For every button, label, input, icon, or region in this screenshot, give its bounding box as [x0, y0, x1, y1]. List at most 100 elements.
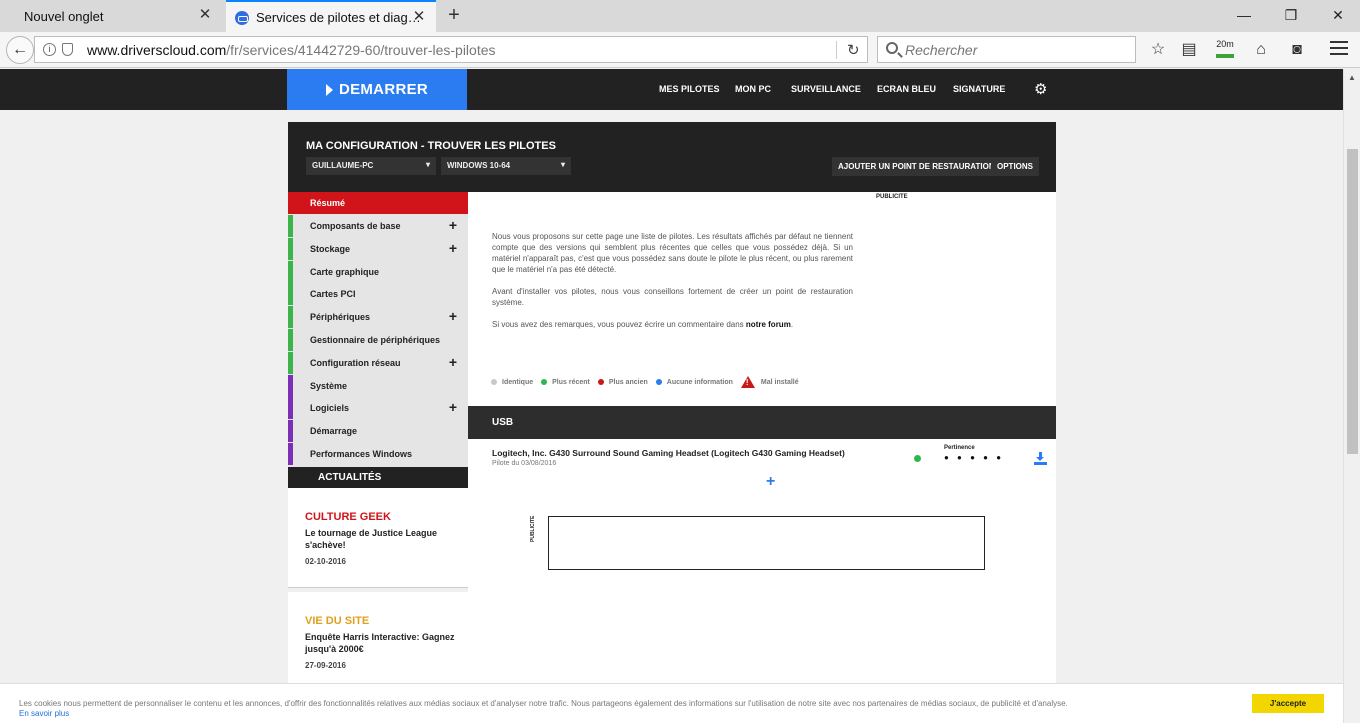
sidebar-item-systeme[interactable]: Système: [288, 375, 468, 397]
pertinence-label: Pertinence: [944, 445, 975, 451]
minimize-icon[interactable]: —: [1232, 4, 1256, 26]
ad-label: PUBLICITE: [876, 194, 908, 200]
url-domain: www.driverscloud.com: [87, 42, 227, 58]
legend-dot: [541, 379, 548, 385]
tab-new-tab[interactable]: Nouvel onglet ✕: [0, 0, 222, 32]
close-icon[interactable]: ✕: [198, 7, 212, 22]
page-viewport: DEMARRER MES PILOTES MON PC SURVEILLANCE…: [0, 69, 1343, 723]
configuration-header: MA CONFIGURATION - TROUVER LES PILOTES G…: [288, 122, 1056, 192]
url-divider: [836, 41, 837, 59]
ad-banner[interactable]: [548, 516, 985, 570]
news-header: ACTUALITÉS: [288, 467, 468, 488]
home-icon[interactable]: ⌂: [1250, 40, 1272, 60]
close-icon[interactable]: ✕: [412, 9, 426, 24]
nav-link-ecran-bleu[interactable]: ECRAN BLEU: [877, 84, 936, 94]
pocket-icon[interactable]: ◙: [1286, 40, 1308, 60]
nav-link-mon-pc[interactable]: MON PC: [735, 84, 771, 94]
driver-name[interactable]: Logitech, Inc. G430 Surround Sound Gamin…: [492, 448, 845, 458]
expand-plus-icon[interactable]: +: [766, 474, 775, 490]
plus-icon[interactable]: +: [449, 400, 457, 414]
plus-icon[interactable]: +: [449, 309, 457, 323]
sidebar-item-stockage[interactable]: Stockage +: [288, 238, 468, 260]
intro-paragraph: Si vous avez des remarques, vous pouvez …: [492, 319, 853, 330]
sidebar-item-performances[interactable]: Performances Windows: [288, 443, 468, 465]
news-item[interactable]: CULTURE GEEK Le tournage de Justice Leag…: [288, 488, 468, 588]
nav-link-surveillance[interactable]: SURVEILLANCE: [791, 84, 861, 94]
url-path: /fr/services/41442729-60/trouver-les-pil…: [226, 42, 496, 58]
plus-icon[interactable]: +: [449, 355, 457, 369]
options-button[interactable]: OPTIONS: [991, 157, 1040, 176]
sidebar-item-gestionnaire[interactable]: Gestionnaire de périphériques: [288, 329, 468, 351]
section-header-usb: USB: [468, 406, 1056, 439]
download-icon-base: [1034, 462, 1047, 465]
info-icon[interactable]: i: [43, 43, 56, 56]
intro-text: .: [790, 320, 794, 329]
legend-label: Aucune information: [666, 378, 733, 386]
sidebar-item-label: Logiciels: [310, 403, 350, 413]
accept-cookies-button[interactable]: J'accepte: [1252, 694, 1324, 713]
restore-icon[interactable]: ❐: [1279, 4, 1303, 26]
bookmark-star-icon[interactable]: ☆: [1147, 40, 1169, 60]
page-scrollbar[interactable]: ▲: [1343, 69, 1360, 723]
close-window-icon[interactable]: ✕: [1326, 4, 1350, 26]
sidebar-item-label: Performances Windows: [310, 449, 412, 459]
tab-title: Nouvel onglet: [24, 8, 104, 24]
warning-icon: [740, 376, 755, 388]
reload-icon[interactable]: ↻: [847, 41, 860, 59]
url-text[interactable]: www.driverscloud.com/fr/services/4144272…: [87, 42, 496, 58]
url-bar[interactable]: i www.driverscloud.com/fr/services/41442…: [34, 36, 868, 63]
sidebar-item-label: Stockage: [310, 244, 351, 254]
search-input[interactable]: Rechercher: [877, 36, 1136, 63]
sidebar-item-label: Carte graphique: [310, 267, 380, 277]
os-select[interactable]: WINDOWS 10-64: [441, 157, 571, 175]
sidebar-item-resume[interactable]: Résumé: [288, 192, 468, 214]
legend-item: Plus récent: [541, 379, 590, 386]
gear-icon[interactable]: ⚙: [1034, 82, 1047, 97]
main-content: PUBLICITE Nous vous proposons sur cette …: [468, 192, 1056, 723]
legend-label: Plus récent: [552, 378, 590, 386]
news-date: 27-09-2016: [305, 661, 346, 670]
learn-more-link[interactable]: En savoir plus: [19, 709, 69, 718]
search-placeholder: Rechercher: [905, 42, 978, 58]
driver-date: Pilote du 03/08/2016: [492, 460, 557, 467]
plus-icon[interactable]: +: [449, 241, 457, 255]
cookie-banner: Les cookies nous permettent de personnal…: [0, 683, 1343, 723]
sidebar-item-carte-graphique[interactable]: Carte graphique: [288, 261, 468, 283]
legend-dot: [597, 379, 604, 385]
legend-label: Plus ancien: [608, 378, 648, 386]
sidebar-item-reseau[interactable]: Configuration réseau +: [288, 352, 468, 374]
cookie-text: Les cookies nous permettent de personnal…: [19, 699, 1068, 708]
scroll-thumb[interactable]: [1347, 149, 1358, 454]
intro-text: Si vous avez des remarques, vous pouvez …: [492, 320, 744, 329]
start-label: DEMARRER: [338, 81, 429, 98]
page-title: MA CONFIGURATION - TROUVER LES PILOTES: [306, 140, 556, 152]
nav-link-mes-pilotes[interactable]: MES PILOTES: [659, 84, 720, 94]
scroll-up-icon[interactable]: ▲: [1348, 73, 1356, 82]
back-button[interactable]: ←: [6, 36, 34, 64]
menu-icon[interactable]: [1330, 41, 1348, 57]
sidebar-item-logiciels[interactable]: Logiciels +: [288, 397, 468, 419]
new-tab-button[interactable]: +: [444, 5, 464, 25]
sidebar-item-composants[interactable]: Composants de base +: [288, 215, 468, 237]
sidebar-item-label: Cartes PCI: [310, 289, 356, 299]
timer-badge[interactable]: 20m: [1213, 39, 1237, 61]
play-icon: [325, 83, 333, 96]
sidebar: Résumé Composants de base + Stockage + Car…: [288, 192, 468, 467]
reading-list-icon[interactable]: ▤: [1178, 40, 1200, 60]
plus-icon[interactable]: +: [449, 218, 457, 232]
news-title[interactable]: Enquête Harris Interactive: Gagnez jusqu…: [305, 631, 455, 655]
add-restore-point-button[interactable]: AJOUTER UN POINT DE RESTAURATION: [832, 157, 1001, 176]
nav-link-signature[interactable]: SIGNATURE: [953, 84, 1005, 94]
legend-item: Aucune information: [655, 378, 733, 386]
sidebar-item-demarrage[interactable]: Démarrage: [288, 420, 468, 442]
start-button[interactable]: DEMARRER: [287, 69, 467, 110]
forum-link[interactable]: notre forum: [746, 320, 791, 329]
favicon-icon: [235, 11, 249, 25]
sidebar-item-peripheriques[interactable]: Périphériques +: [288, 306, 468, 328]
navigation-toolbar: ← i www.driverscloud.com/fr/services/414…: [0, 32, 1360, 68]
news-title[interactable]: Le tournage de Justice League s'achève!: [305, 527, 455, 551]
pc-select[interactable]: GUILLAUME-PC: [306, 157, 436, 175]
tab-drivers-services[interactable]: Services de pilotes et diag… ✕: [226, 0, 436, 32]
shield-icon[interactable]: [62, 43, 73, 56]
sidebar-item-cartes-pci[interactable]: Cartes PCI: [288, 283, 468, 305]
